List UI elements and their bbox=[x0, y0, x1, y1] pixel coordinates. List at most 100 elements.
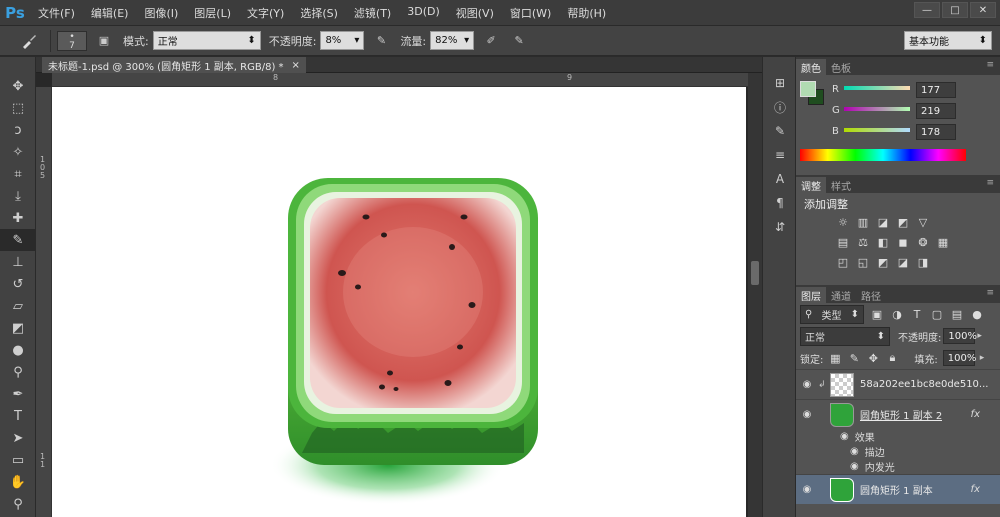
hand-tool-icon[interactable]: ✋ bbox=[0, 471, 36, 493]
menu-item-5[interactable]: 选择(S) bbox=[292, 5, 346, 21]
tab-adjustments[interactable]: 调整 bbox=[796, 177, 826, 193]
document-tab[interactable]: 未标题-1.psd @ 300% (圆角矩形 1 副本, RGB/8) * × bbox=[42, 57, 306, 73]
visibility-eye-icon[interactable]: ◉ bbox=[796, 484, 818, 495]
shape-filter-icon[interactable]: ▢ bbox=[930, 307, 944, 321]
exposure-icon[interactable]: ◩ bbox=[896, 215, 910, 229]
tab-channels[interactable]: 通道 bbox=[826, 287, 856, 303]
panel-menu-icon[interactable]: ≡ bbox=[986, 178, 994, 188]
visibility-eye-icon[interactable]: ◉ bbox=[796, 379, 818, 390]
effects-row[interactable]: ◉ 效果 bbox=[796, 429, 1000, 444]
character-panel-icon[interactable]: A bbox=[763, 167, 797, 191]
menu-item-6[interactable]: 滤镜(T) bbox=[346, 5, 399, 21]
menu-item-2[interactable]: 图像(I) bbox=[136, 5, 186, 21]
threshold-icon[interactable]: ◩ bbox=[876, 255, 890, 269]
menu-item-0[interactable]: 文件(F) bbox=[30, 5, 83, 21]
menu-item-9[interactable]: 窗口(W) bbox=[502, 5, 559, 21]
actions-panel-icon[interactable]: ⇵ bbox=[763, 215, 797, 239]
invert-icon[interactable]: ◰ bbox=[836, 255, 850, 269]
color-spectrum-ramp[interactable] bbox=[800, 149, 966, 161]
menu-item-3[interactable]: 图层(L) bbox=[186, 5, 239, 21]
mode-select[interactable]: 正常 ⬍ bbox=[152, 31, 261, 50]
opacity-input[interactable]: 8% ▾ bbox=[320, 31, 365, 50]
color-balance-icon[interactable]: ⚖ bbox=[856, 235, 870, 249]
canvas[interactable] bbox=[52, 87, 746, 517]
vibrance-icon[interactable]: ▽ bbox=[916, 215, 930, 229]
visibility-eye-icon[interactable]: ◉ bbox=[850, 461, 859, 472]
close-tab-icon[interactable]: × bbox=[292, 60, 300, 71]
menu-item-10[interactable]: 帮助(H) bbox=[559, 5, 614, 21]
brush-panel-toggle-icon[interactable]: ▣ bbox=[93, 30, 115, 52]
type-tool-icon[interactable]: T bbox=[0, 405, 36, 427]
photo-filter-icon[interactable]: ◼ bbox=[896, 235, 910, 249]
magic-wand-tool-icon[interactable]: ✧ bbox=[0, 141, 36, 163]
pen-tool-icon[interactable]: ✒ bbox=[0, 383, 36, 405]
airbrush-icon[interactable]: ✐ bbox=[480, 30, 502, 52]
layer-row[interactable]: ◉ ↲ 58a202ee1bc8e0de510... bbox=[796, 369, 1000, 399]
crop-tool-icon[interactable]: ⌗ bbox=[0, 163, 36, 185]
effect-inner-glow-row[interactable]: ◉ 内发光 bbox=[796, 459, 1000, 474]
brush-panel-icon[interactable]: ✎ bbox=[763, 119, 797, 143]
type-filter-icon[interactable]: T bbox=[910, 307, 924, 321]
brightness-icon[interactable]: ☼ bbox=[836, 215, 850, 229]
blue-slider[interactable] bbox=[844, 128, 910, 132]
filter-toggle-icon[interactable]: ● bbox=[970, 307, 984, 321]
levels-icon[interactable]: ▥ bbox=[856, 215, 870, 229]
tab-styles[interactable]: 样式 bbox=[826, 177, 856, 193]
menu-item-7[interactable]: 3D(D) bbox=[399, 5, 448, 21]
tab-color[interactable]: 颜色 bbox=[796, 59, 826, 75]
eyedropper-tool-icon[interactable]: ⤓ bbox=[0, 185, 36, 207]
minimize-button[interactable]: — bbox=[914, 2, 940, 18]
brush-presets-icon[interactable]: ≡ bbox=[763, 143, 797, 167]
pressure-size-icon[interactable]: ✎ bbox=[508, 30, 530, 52]
marquee-tool-icon[interactable]: ⬚ bbox=[0, 97, 36, 119]
brush-tool-icon[interactable]: ✎ bbox=[0, 229, 36, 251]
scrollbar-thumb[interactable] bbox=[751, 261, 759, 285]
blur-tool-icon[interactable]: ● bbox=[0, 339, 36, 361]
move-tool-icon[interactable]: ✥ bbox=[0, 75, 36, 97]
hue-saturation-icon[interactable]: ▤ bbox=[836, 235, 850, 249]
dodge-tool-icon[interactable]: ⚲ bbox=[0, 361, 36, 383]
paragraph-panel-icon[interactable]: ¶ bbox=[763, 191, 797, 215]
lock-position-icon[interactable]: ✥ bbox=[866, 351, 880, 365]
layer-row[interactable]: ◉ 圆角矩形 1 副本 2 fx bbox=[796, 399, 1000, 429]
gradient-map-icon[interactable]: ◪ bbox=[896, 255, 910, 269]
restore-button[interactable]: □ bbox=[942, 2, 968, 18]
paint-bucket-tool-icon[interactable]: ◩ bbox=[0, 317, 36, 339]
lasso-tool-icon[interactable]: ↄ bbox=[0, 119, 36, 141]
effect-stroke-row[interactable]: ◉ 描边 bbox=[796, 444, 1000, 459]
color-lookup-icon[interactable]: ▦ bbox=[936, 235, 950, 249]
layer-filter-select[interactable]: ⚲ 类型 ⬍ bbox=[800, 304, 864, 324]
vertical-scrollbar[interactable] bbox=[748, 73, 762, 517]
dropdown-arrow-icon[interactable]: ▸ bbox=[977, 331, 982, 341]
visibility-eye-icon[interactable]: ◉ bbox=[796, 409, 818, 420]
panel-menu-icon[interactable]: ≡ bbox=[986, 288, 994, 298]
tab-swatches[interactable]: 色板 bbox=[826, 59, 856, 75]
blue-value-input[interactable]: 178 bbox=[916, 124, 956, 140]
close-window-button[interactable]: ✕ bbox=[970, 2, 996, 18]
black-white-icon[interactable]: ◧ bbox=[876, 235, 890, 249]
visibility-eye-icon[interactable]: ◉ bbox=[840, 431, 849, 442]
blend-mode-select[interactable]: 正常 ⬍ bbox=[800, 326, 890, 346]
lock-all-icon[interactable]: 🔒︎ bbox=[885, 351, 899, 365]
layer-opacity-input[interactable]: 100% bbox=[943, 328, 977, 344]
fx-badge[interactable]: fx bbox=[971, 484, 980, 495]
history-brush-tool-icon[interactable]: ↺ bbox=[0, 273, 36, 295]
fill-input[interactable]: 100% bbox=[942, 350, 976, 366]
red-value-input[interactable]: 177 bbox=[916, 82, 956, 98]
red-slider[interactable] bbox=[844, 86, 910, 90]
lock-transparent-icon[interactable]: ▦ bbox=[828, 351, 842, 365]
layer-row-selected[interactable]: ◉ 圆角矩形 1 副本 fx bbox=[796, 474, 1000, 504]
visibility-eye-icon[interactable]: ◉ bbox=[850, 446, 859, 457]
green-value-input[interactable]: 219 bbox=[916, 103, 956, 119]
selective-color-icon[interactable]: ◨ bbox=[916, 255, 930, 269]
channel-mixer-icon[interactable]: ❂ bbox=[916, 235, 930, 249]
flow-input[interactable]: 82% ▾ bbox=[430, 31, 475, 50]
zoom-tool-icon[interactable]: ⚲ bbox=[0, 493, 36, 515]
shape-tool-icon[interactable]: ▭ bbox=[0, 449, 36, 471]
menu-item-1[interactable]: 编辑(E) bbox=[83, 5, 137, 21]
path-selection-tool-icon[interactable]: ➤ bbox=[0, 427, 36, 449]
tab-paths[interactable]: 路径 bbox=[856, 287, 886, 303]
curves-icon[interactable]: ◪ bbox=[876, 215, 890, 229]
menu-item-4[interactable]: 文字(Y) bbox=[239, 5, 292, 21]
pixel-filter-icon[interactable]: ▣ bbox=[870, 307, 884, 321]
